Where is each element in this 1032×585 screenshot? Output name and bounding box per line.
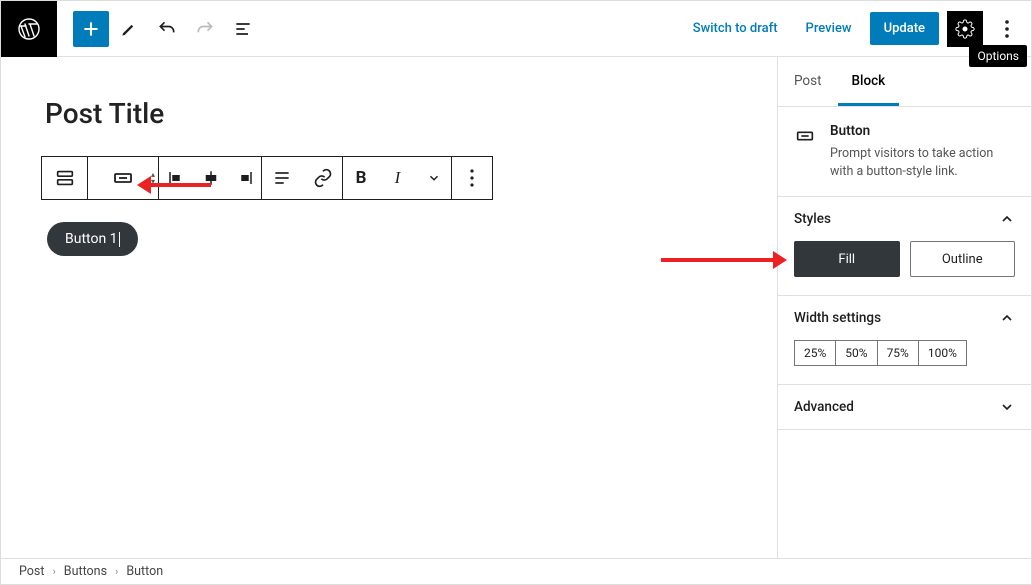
link-icon[interactable] (302, 157, 342, 199)
options-button[interactable] (991, 11, 1023, 47)
annotation-arrow-styles (661, 258, 775, 262)
text-caret (119, 232, 120, 247)
chevron-up-icon (999, 211, 1015, 227)
post-title[interactable]: Post Title (45, 97, 737, 130)
settings-button[interactable] (947, 11, 983, 47)
width-50-button[interactable]: 50% (836, 341, 877, 365)
edit-mode-button[interactable] (111, 11, 147, 47)
breadcrumb-separator: › (115, 565, 118, 578)
width-75-button[interactable]: 75% (878, 341, 919, 365)
styles-panel-title: Styles (794, 211, 831, 227)
document-overview-button[interactable] (225, 11, 261, 47)
bold-button[interactable]: B (343, 157, 379, 199)
more-formatting-button[interactable] (415, 157, 451, 199)
add-block-button[interactable] (73, 11, 109, 47)
button-icon (794, 125, 816, 180)
chevron-up-icon (999, 310, 1015, 326)
block-name: Button (830, 123, 1015, 139)
align-left-icon[interactable] (159, 157, 193, 199)
annotation-arrow-toolbar (149, 183, 211, 187)
button-block[interactable]: Button 1 (47, 222, 138, 256)
breadcrumb-separator: › (52, 565, 55, 578)
switch-to-draft-button[interactable]: Switch to draft (683, 13, 788, 44)
width-panel-title: Width settings (794, 310, 881, 326)
breadcrumb: Post › Buttons › Button (1, 558, 1031, 584)
breadcrumb-post[interactable]: Post (19, 564, 44, 579)
block-description: Prompt visitors to take action with a bu… (830, 145, 1015, 180)
tab-post[interactable]: Post (780, 61, 836, 106)
width-100-button[interactable]: 100% (919, 341, 966, 365)
block-options-button[interactable] (452, 157, 492, 199)
tab-block[interactable]: Block (838, 61, 900, 106)
undo-button[interactable] (149, 11, 185, 47)
advanced-panel-header[interactable]: Advanced (778, 385, 1031, 429)
style-outline-button[interactable]: Outline (910, 241, 1016, 277)
update-button[interactable]: Update (870, 12, 939, 45)
advanced-panel-title: Advanced (794, 399, 854, 415)
options-tooltip: Options (969, 45, 1027, 67)
width-panel-header[interactable]: Width settings (778, 296, 1031, 340)
wordpress-logo[interactable] (1, 1, 57, 57)
text-align-icon[interactable] (262, 157, 302, 199)
italic-button[interactable]: I (379, 157, 415, 199)
preview-button[interactable]: Preview (796, 13, 862, 44)
button-block-text: Button 1 (65, 231, 118, 247)
align-right-icon[interactable] (227, 157, 261, 199)
chevron-down-icon (999, 399, 1015, 415)
align-center-vert-icon[interactable] (193, 157, 227, 199)
styles-panel-header[interactable]: Styles (778, 197, 1031, 241)
buttons-parent-icon[interactable] (42, 157, 87, 199)
breadcrumb-buttons[interactable]: Buttons (64, 564, 107, 579)
redo-button[interactable] (187, 11, 223, 47)
width-25-button[interactable]: 25% (795, 341, 836, 365)
style-fill-button[interactable]: Fill (794, 241, 900, 277)
breadcrumb-button[interactable]: Button (126, 564, 163, 579)
